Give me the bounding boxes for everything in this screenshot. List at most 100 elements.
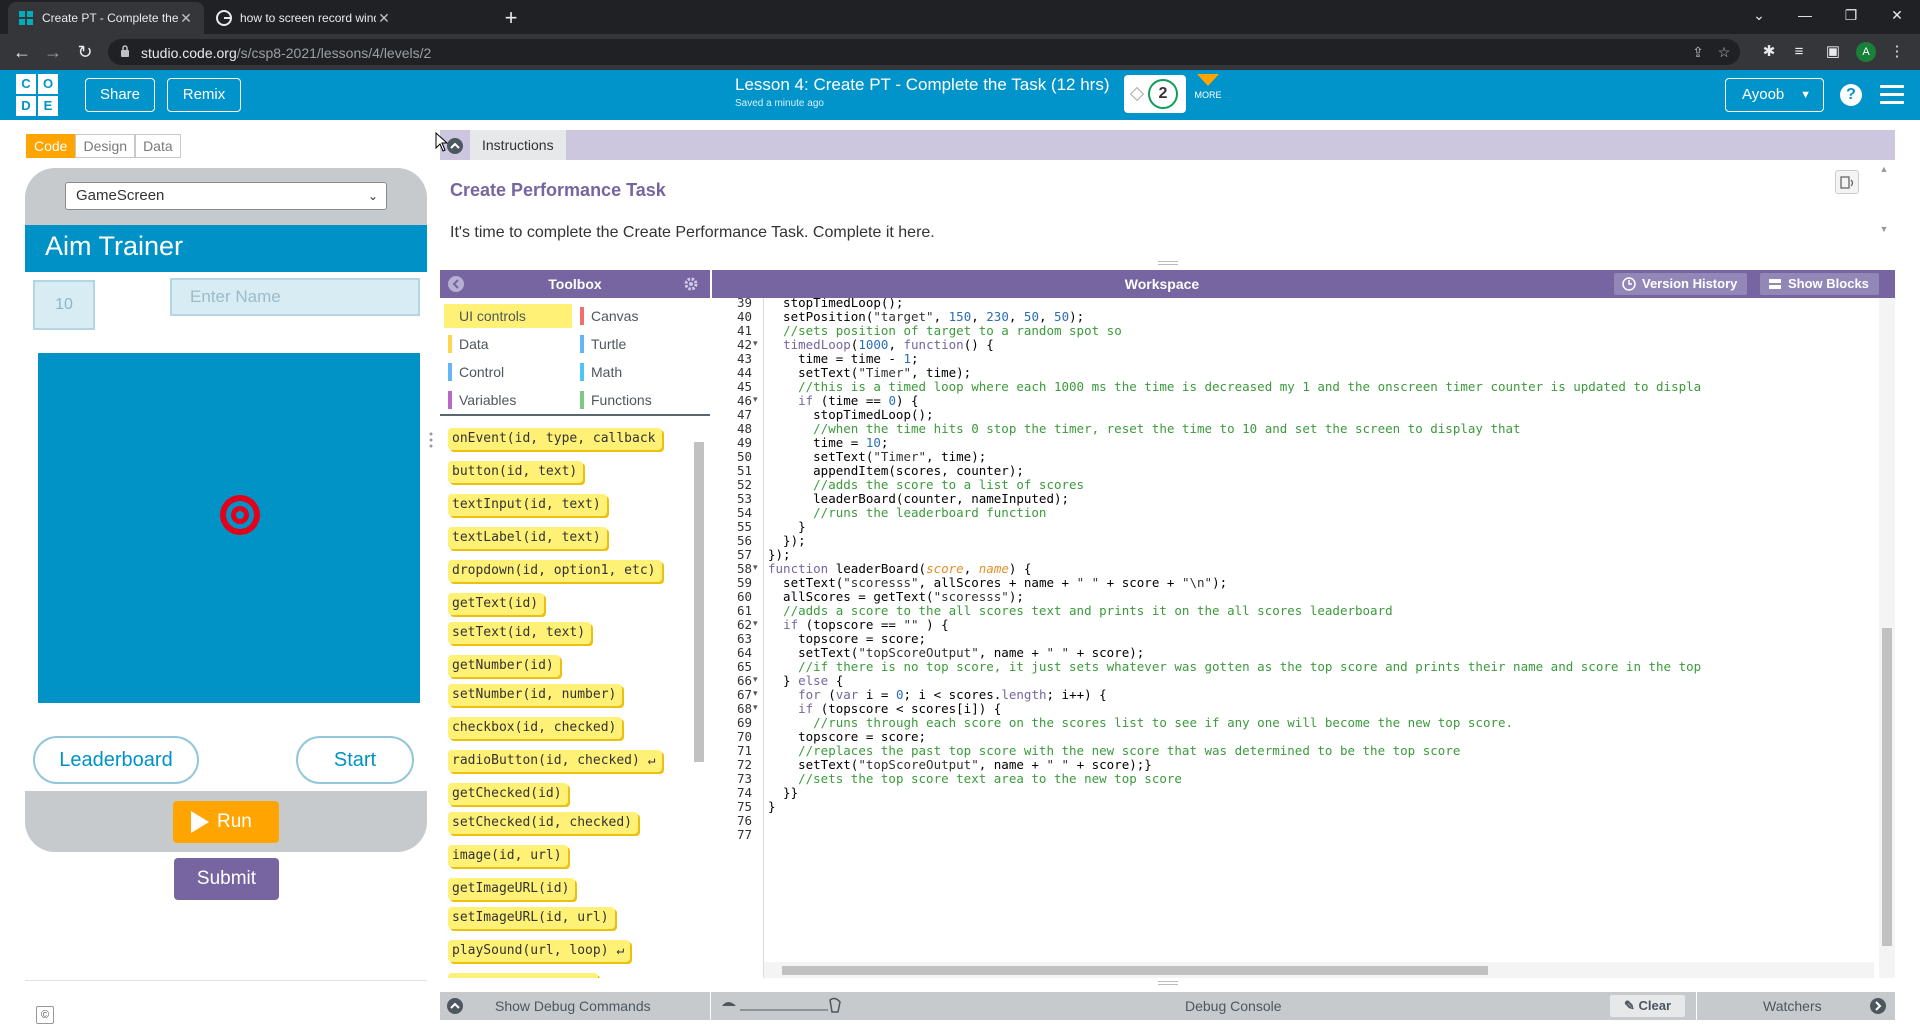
code-editor[interactable]: 39 40 41 42 ▾ 43 44 45 46 ▾ 47 48 49 50 51 52 53 54 55 56 57… xyxy=(712,298,1895,978)
close-window-icon[interactable]: ✕ xyxy=(1874,0,1920,30)
line-number: 77 xyxy=(736,827,752,842)
instructions-resize-handle[interactable] xyxy=(1158,260,1178,266)
block-gettext[interactable]: getText(id) xyxy=(448,593,545,615)
block-checkbox[interactable]: checkbox(id, checked) xyxy=(448,717,623,739)
bookmark-star-icon[interactable]: ☆ xyxy=(1715,43,1733,61)
user-menu-button[interactable]: Ayoob ▼ xyxy=(1725,78,1824,112)
block-setimageurl[interactable]: setImageURL(id, url) xyxy=(448,907,615,929)
category-math[interactable]: Math xyxy=(576,360,706,384)
minimize-icon[interactable]: — xyxy=(1782,0,1828,30)
code-mode-button[interactable]: Code xyxy=(26,134,76,158)
fold-arrow-icon[interactable]: ▾ xyxy=(753,675,758,685)
data-mode-button[interactable]: Data xyxy=(135,134,181,158)
version-history-button[interactable]: Version History xyxy=(1614,273,1748,295)
watchers-label[interactable]: Watchers xyxy=(1763,992,1822,1020)
line-number: 74 xyxy=(736,785,752,800)
speed-slider[interactable] xyxy=(718,996,848,1016)
debug-resize-handle[interactable] xyxy=(1158,980,1178,986)
leaderboard-button[interactable]: Leaderboard xyxy=(33,736,199,784)
clear-console-button[interactable]: ✎ Clear xyxy=(1610,995,1685,1017)
extensions-puzzle-icon[interactable]: ✱ xyxy=(1759,42,1779,62)
more-levels-button[interactable]: MORE xyxy=(1194,74,1222,100)
category-canvas[interactable]: Canvas xyxy=(576,304,706,328)
expand-watchers-icon[interactable] xyxy=(1870,998,1886,1014)
media-control-icon[interactable]: ≡ xyxy=(1789,42,1809,62)
block-radiobutton[interactable]: radioButton(id, checked) ↵ xyxy=(448,750,662,772)
browser-tab[interactable]: how to screen record windows 1 ✕ xyxy=(206,2,402,34)
block-getimageurl[interactable]: getImageURL(id) xyxy=(448,878,576,900)
block-partial[interactable] xyxy=(448,973,598,978)
fold-arrow-icon[interactable]: ▾ xyxy=(753,703,758,713)
run-button[interactable]: Run xyxy=(173,801,279,843)
close-tab-icon[interactable]: ✕ xyxy=(376,10,392,27)
gear-icon[interactable] xyxy=(683,276,699,292)
hamburger-menu-icon[interactable] xyxy=(1880,85,1904,105)
address-bar[interactable]: studio.code.org/s/csp8-2021/lessons/4/le… xyxy=(108,39,1740,65)
show-debug-commands[interactable]: Show Debug Commands xyxy=(495,992,651,1020)
category-ui-controls[interactable]: UI controls xyxy=(444,304,572,328)
block-getnumber[interactable]: getNumber(id) xyxy=(448,655,560,677)
line-number: 67 xyxy=(736,687,752,702)
collapse-instructions-icon[interactable] xyxy=(447,138,463,154)
fold-arrow-icon[interactable]: ▾ xyxy=(753,689,758,699)
lesson-title[interactable]: Lesson 4: Create PT - Complete the Task … xyxy=(735,75,1110,95)
name-input[interactable]: Enter Name xyxy=(170,278,420,316)
remix-button[interactable]: Remix xyxy=(167,78,241,112)
level-progress[interactable]: 2 xyxy=(1124,75,1186,113)
fold-arrow-icon[interactable]: ▾ xyxy=(753,619,758,629)
new-tab-button[interactable]: + xyxy=(497,4,525,32)
profile-avatar[interactable]: A xyxy=(1856,42,1876,62)
eraser-icon: ✎ xyxy=(1623,998,1639,1013)
editor-horizontal-scroll-thumb[interactable] xyxy=(782,966,1488,975)
block-setnumber[interactable]: setNumber(id, number) xyxy=(448,684,623,706)
block-onevent[interactable]: onEvent(id, type, callback xyxy=(448,428,662,450)
palette-scroll-thumb[interactable] xyxy=(694,442,704,762)
browser-tab-active[interactable]: Create PT - Complete the Task (1 ✕ xyxy=(8,2,204,34)
game-area[interactable] xyxy=(38,353,420,703)
block-textlabel[interactable]: textLabel(id, text) xyxy=(448,527,607,549)
side-panel-icon[interactable]: ▣ xyxy=(1823,42,1843,62)
copyright-button[interactable]: © xyxy=(36,1006,54,1024)
codeorg-logo[interactable]: C O D E xyxy=(16,74,58,116)
instructions-tab[interactable]: Instructions xyxy=(470,130,566,160)
show-blocks-button[interactable]: Show Blocks xyxy=(1760,273,1879,295)
close-tab-icon[interactable]: ✕ xyxy=(178,10,194,27)
target-icon[interactable] xyxy=(218,493,262,537)
instructions-scrollbar[interactable]: ▲ ▼ xyxy=(1877,164,1891,254)
restore-icon[interactable]: ❐ xyxy=(1828,0,1874,30)
tab-search-icon[interactable]: ⌄ xyxy=(1736,0,1782,30)
block-setchecked[interactable]: setChecked(id, checked) xyxy=(448,812,639,834)
text-to-speech-icon[interactable] xyxy=(1835,170,1859,194)
forward-icon[interactable]: → xyxy=(41,40,65,64)
fold-arrow-icon[interactable]: ▾ xyxy=(753,339,758,349)
start-button[interactable]: Start xyxy=(296,736,414,784)
reload-icon[interactable]: ↻ xyxy=(73,40,97,64)
instructions-body: Create Performance Task It's time to com… xyxy=(440,160,1895,260)
editor-vertical-scroll-thumb[interactable] xyxy=(1882,628,1892,946)
palette-drag-handle[interactable] xyxy=(428,428,434,452)
block-button[interactable]: button(id, text) xyxy=(448,461,584,483)
back-icon[interactable]: ← xyxy=(10,40,34,64)
category-functions[interactable]: Functions xyxy=(576,388,706,412)
share-page-icon[interactable]: ⇪ xyxy=(1689,43,1707,61)
fold-arrow-icon[interactable]: ▾ xyxy=(753,395,758,405)
block-image[interactable]: image(id, url) xyxy=(448,845,568,867)
category-variables[interactable]: Variables xyxy=(444,388,572,412)
category-control[interactable]: Control xyxy=(444,360,572,384)
block-getchecked[interactable]: getChecked(id) xyxy=(448,783,568,805)
help-icon[interactable]: ? xyxy=(1840,84,1862,106)
screen-select[interactable]: GameScreen ⌄ xyxy=(65,182,387,210)
category-turtle[interactable]: Turtle xyxy=(576,332,706,356)
browser-menu-icon[interactable]: ⋮ xyxy=(1887,42,1907,62)
block-dropdown[interactable]: dropdown(id, option1, etc) xyxy=(448,560,662,582)
fold-arrow-icon[interactable]: ▾ xyxy=(753,563,758,573)
design-mode-button[interactable]: Design xyxy=(75,134,136,158)
level-bubble[interactable]: 2 xyxy=(1148,79,1178,109)
submit-button[interactable]: Submit xyxy=(174,858,279,900)
expand-debug-icon[interactable] xyxy=(447,998,463,1014)
share-button[interactable]: Share xyxy=(85,78,155,112)
block-textinput[interactable]: textInput(id, text) xyxy=(448,494,607,516)
block-playsound[interactable]: playSound(url, loop) ↵ xyxy=(448,940,631,962)
block-settext[interactable]: setText(id, text) xyxy=(448,622,592,644)
category-data[interactable]: Data xyxy=(444,332,572,356)
